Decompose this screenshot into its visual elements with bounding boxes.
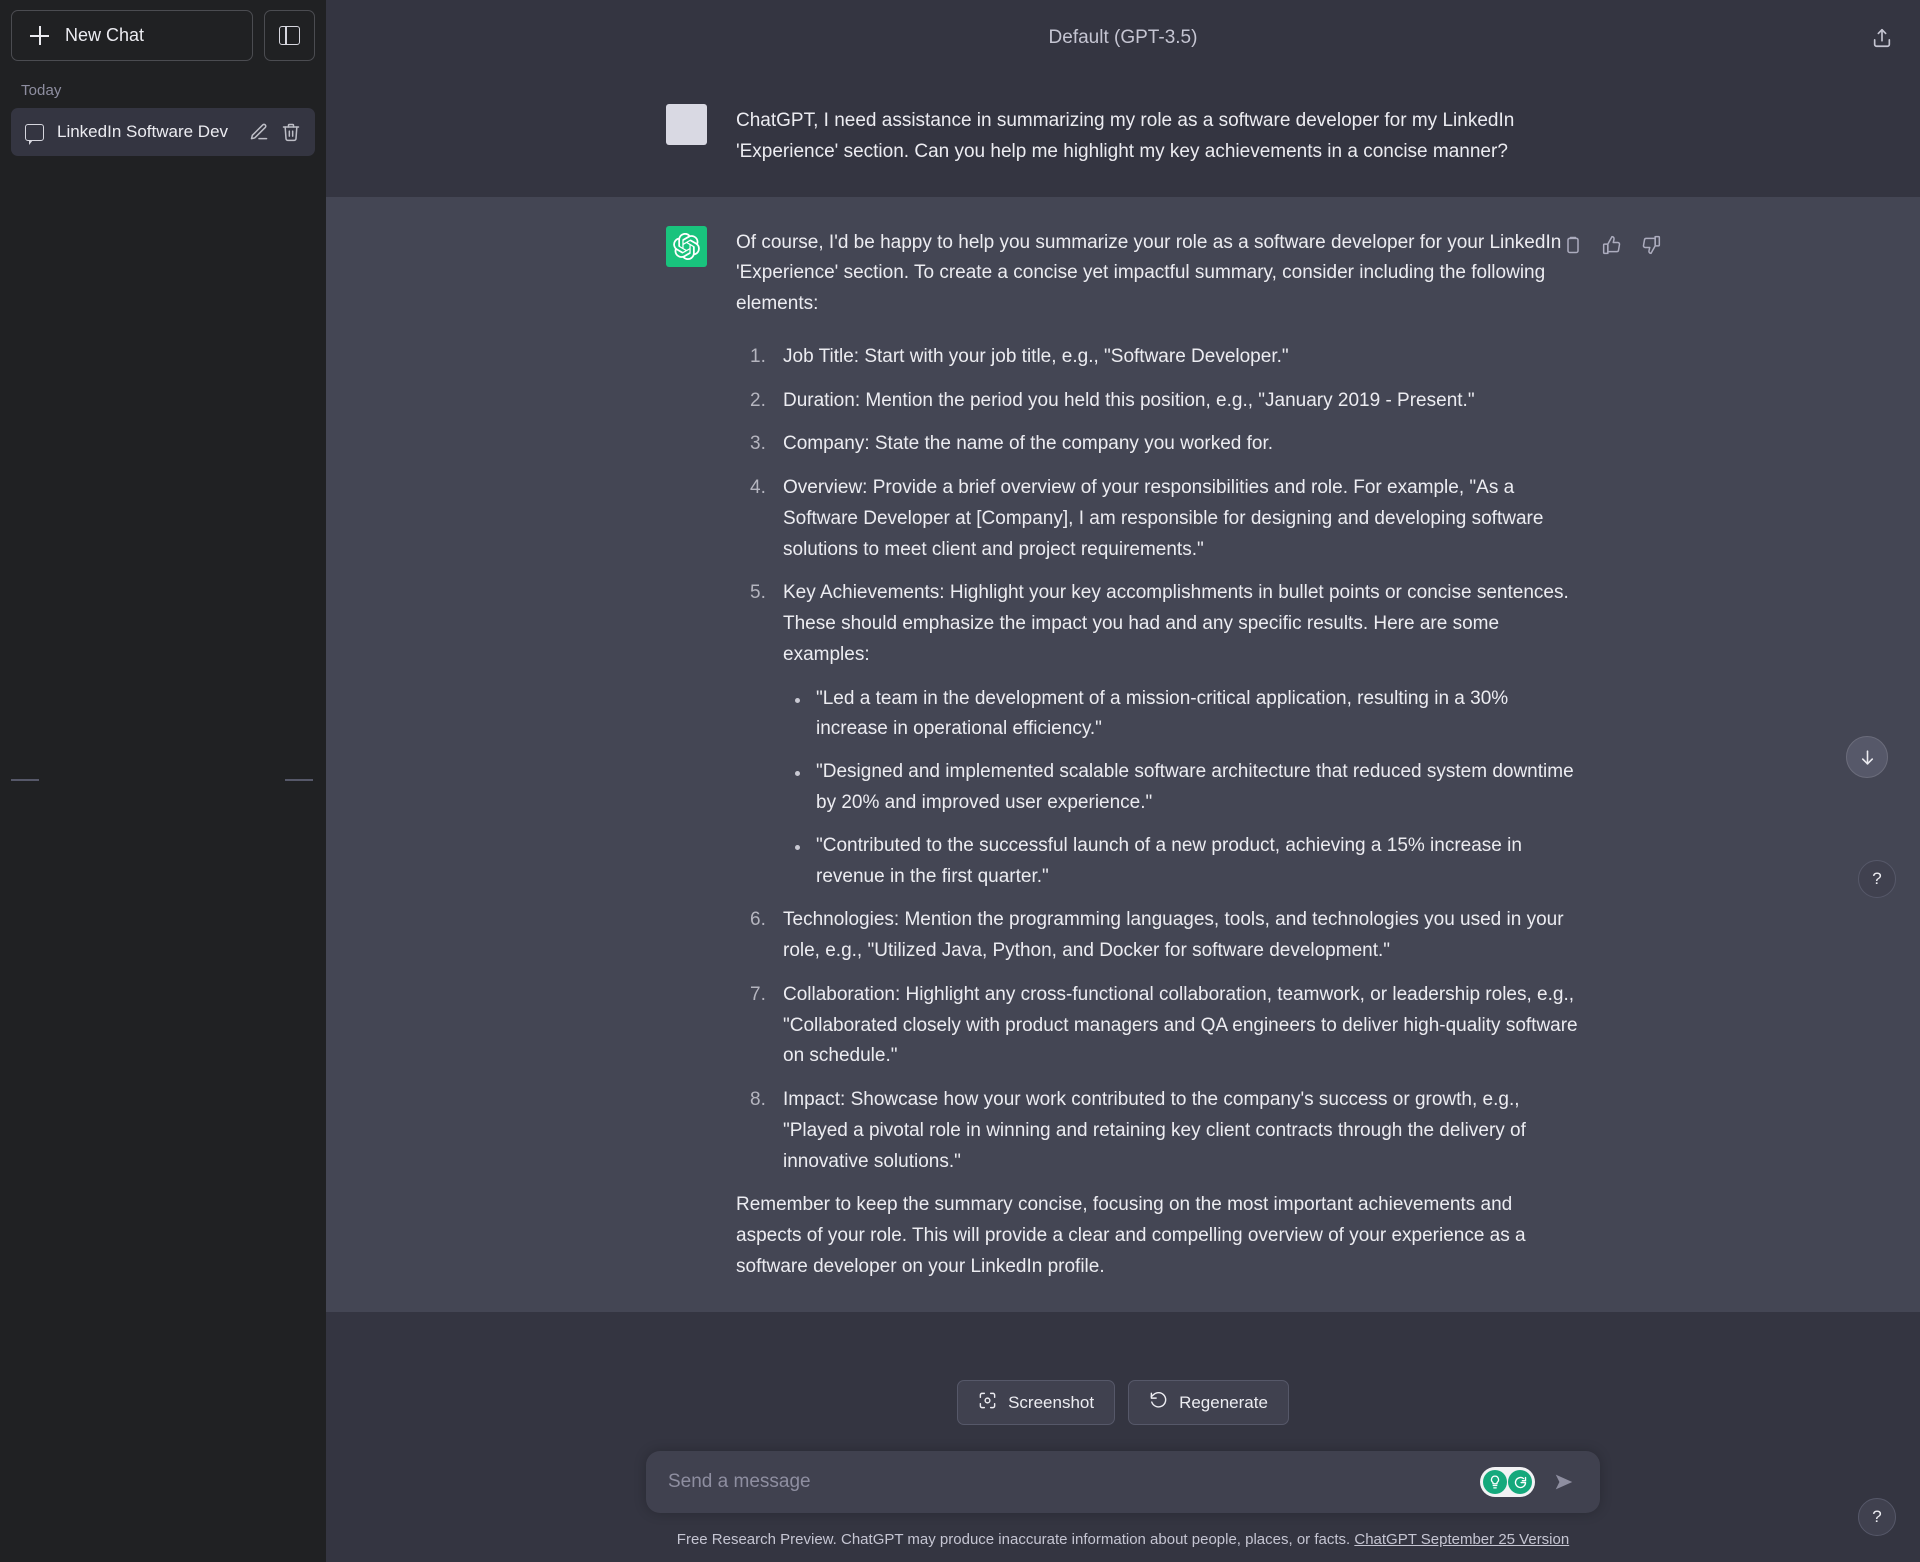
trash-icon[interactable] — [281, 122, 301, 142]
grammarly-badge — [1480, 1467, 1535, 1497]
user-avatar — [666, 104, 707, 145]
help-button-lower[interactable]: ? — [1858, 1498, 1896, 1536]
model-title: Default (GPT-3.5) — [1048, 26, 1198, 48]
openai-logo-icon — [666, 225, 707, 267]
thumbs-up-icon[interactable] — [1599, 232, 1625, 258]
share-upload-icon[interactable] — [1862, 18, 1902, 58]
message-user: ChatGPT, I need assistance in summarizin… — [326, 75, 1920, 197]
plus-icon — [30, 26, 49, 45]
list-item: "Designed and implemented scalable softw… — [783, 757, 1580, 819]
assistant-bulleted-sublist: "Led a team in the development of a miss… — [783, 684, 1580, 893]
grammarly-lightbulb-icon[interactable] — [1483, 1470, 1507, 1494]
send-arrow-icon[interactable] — [1547, 1465, 1581, 1499]
sidebar-item-linkedin-software-dev[interactable]: LinkedIn Software Dev — [11, 108, 315, 156]
composer-action-row: Screenshot Regenerate — [326, 1356, 1920, 1425]
list-item: Company: State the name of the company y… — [750, 429, 1274, 460]
collapse-sidebar-button[interactable] — [264, 10, 315, 61]
version-link[interactable]: ChatGPT September 25 Version — [1354, 1531, 1569, 1548]
sidebar-resize-handle[interactable] — [0, 779, 326, 781]
composer-zone: Screenshot Regenerate Send a message Fre… — [326, 1356, 1920, 1562]
list-item: Key Achievements: Highlight your key acc… — [736, 578, 1580, 892]
top-bar: Default (GPT-3.5) — [326, 0, 1920, 75]
user-message-text: ChatGPT, I need assistance in summarizin… — [736, 110, 1515, 162]
list-item: Impact: Showcase how your work contribut… — [750, 1085, 1526, 1172]
thumbs-down-icon[interactable] — [1638, 232, 1664, 258]
sidebar-panel-icon — [279, 26, 300, 45]
assistant-message-body: Of course, I'd be happy to help you summ… — [736, 226, 1580, 1283]
grammarly-g-icon[interactable] — [1508, 1470, 1532, 1494]
chat-item-title: LinkedIn Software Dev — [57, 122, 229, 141]
user-message-body: ChatGPT, I need assistance in summarizin… — [736, 104, 1580, 168]
new-chat-label: New Chat — [65, 25, 145, 45]
refresh-icon — [1149, 1391, 1168, 1415]
main-panel: Default (GPT-3.5) ChatGPT, I need assist… — [326, 0, 1920, 1562]
help-button-upper[interactable]: ? — [1858, 860, 1896, 898]
footer-disclaimer: Free Research Preview. ChatGPT may produ… — [326, 1513, 1920, 1562]
assistant-closing-text: Remember to keep the summary concise, fo… — [736, 1194, 1526, 1277]
sidebar-section-label: Today — [21, 82, 62, 99]
pencil-icon[interactable] — [249, 122, 269, 142]
assistant-message-actions — [1560, 232, 1664, 258]
assistant-numbered-list: Job Title: Start with your job title, e.… — [736, 342, 1580, 1178]
scroll-to-bottom-button[interactable] — [1846, 736, 1888, 778]
chatgpt-app: New Chat Today LinkedIn Software Dev Def… — [0, 0, 1920, 1562]
message-composer — [646, 1451, 1600, 1513]
conversation-scroll-area[interactable]: ChatGPT, I need assistance in summarizin… — [326, 75, 1920, 1356]
list-item: Job Title: Start with your job title, e.… — [750, 342, 1289, 373]
list-item: "Contributed to the successful launch of… — [783, 831, 1580, 893]
composer-row — [326, 1425, 1920, 1513]
chat-item-actions — [249, 122, 301, 142]
message-input[interactable] — [668, 1452, 1468, 1512]
list-item: Technologies: Mention the programming la… — [750, 905, 1564, 962]
sidebar-header: New Chat — [11, 10, 315, 61]
message-assistant: Of course, I'd be happy to help you summ… — [326, 196, 1920, 1312]
screenshot-button[interactable]: Screenshot — [957, 1380, 1116, 1425]
screenshot-icon — [978, 1391, 997, 1415]
screenshot-label: Screenshot — [1008, 1392, 1095, 1412]
list-item: "Led a team in the development of a miss… — [783, 684, 1580, 746]
list-item: Duration: Mention the period you held th… — [750, 386, 1475, 417]
footer-text: Free Research Preview. ChatGPT may produ… — [676, 1531, 1355, 1548]
list-item: Collaboration: Highlight any cross-funct… — [750, 980, 1578, 1067]
list-item-text: Key Achievements: Highlight your key acc… — [783, 582, 1569, 665]
chat-bubble-icon — [25, 123, 44, 145]
assistant-intro-text: Of course, I'd be happy to help you summ… — [736, 231, 1562, 315]
regenerate-label: Regenerate — [1179, 1392, 1268, 1412]
list-item: Overview: Provide a brief overview of yo… — [750, 473, 1544, 560]
sidebar: New Chat Today LinkedIn Software Dev — [0, 0, 326, 1562]
new-chat-button[interactable]: New Chat — [11, 10, 253, 61]
regenerate-button[interactable]: Regenerate — [1128, 1380, 1289, 1425]
copy-icon[interactable] — [1560, 232, 1586, 258]
